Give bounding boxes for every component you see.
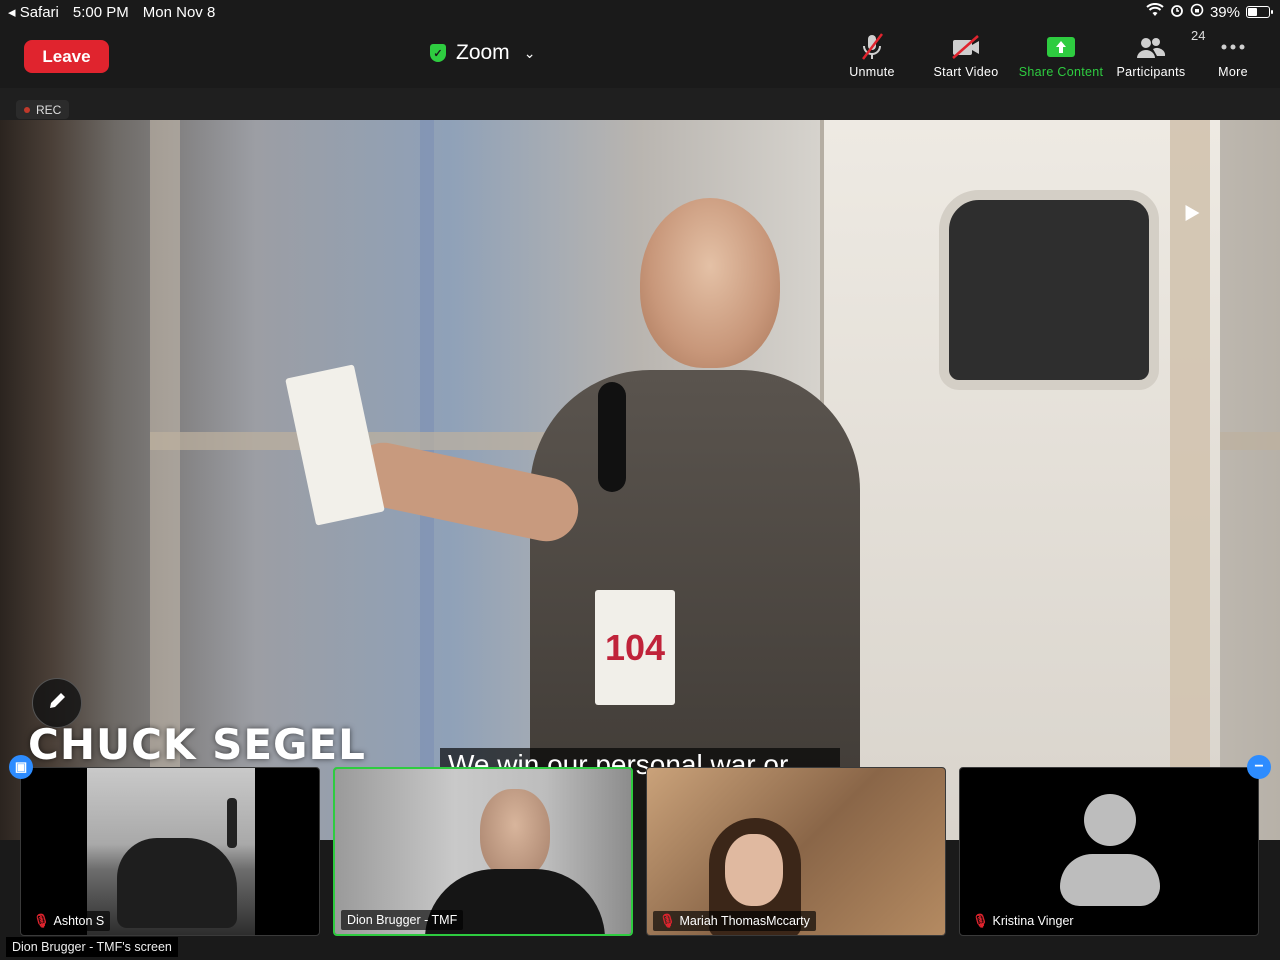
participant-video — [87, 768, 255, 935]
more-button[interactable]: More — [1212, 32, 1254, 79]
share-content-label: Share Content — [1018, 65, 1104, 79]
truck-window — [939, 190, 1159, 390]
muted-mic-icon: 🎙︎ — [972, 913, 989, 928]
handheld-microphone — [598, 382, 626, 492]
video-name-overlay: CHUCK SEGEL — [28, 720, 366, 769]
participant-name-tag: 🎙︎ Kristina Vinger — [966, 911, 1080, 931]
meeting-toolbar: Leave ✓ Zoom ⌄ Unmute Start Video Share … — [0, 24, 1280, 88]
back-to-app-link[interactable]: ◂ Safari — [8, 3, 59, 21]
participant-tile[interactable]: 🎙︎ Mariah ThomasMccarty — [646, 767, 946, 936]
shared-screen-owner-label: Dion Brugger - TMF's screen — [6, 937, 178, 957]
unmute-button[interactable]: Unmute — [846, 32, 898, 79]
status-date: Mon Nov 8 — [142, 3, 216, 21]
truck-background — [820, 120, 1220, 840]
participant-name: Ashton S — [53, 914, 105, 928]
muted-mic-icon: 🎙︎ — [33, 913, 50, 928]
recording-dot-icon — [24, 106, 30, 113]
speaker-paper — [285, 364, 385, 526]
muted-microphone-icon — [858, 32, 886, 62]
muted-mic-icon: 🎙︎ — [659, 913, 676, 928]
shared-screen: 104 CHUCK SEGEL We win our personal war … — [0, 120, 1280, 840]
recording-indicator[interactable]: REC — [16, 100, 70, 119]
participant-name-tag: 🎙︎ Mariah ThomasMccarty — [653, 911, 816, 931]
participant-name-tag: Dion Brugger - TMF — [341, 910, 464, 930]
switch-view-button[interactable]: ▣ — [9, 755, 33, 779]
status-time: 5:00 PM — [72, 3, 129, 21]
participant-name: Mariah ThomasMccarty — [679, 914, 810, 928]
background-pillar — [1170, 120, 1210, 840]
minus-icon: − — [1254, 758, 1264, 775]
participant-name: Dion Brugger - TMF — [347, 913, 458, 927]
default-avatar-icon — [1060, 794, 1160, 914]
chevron-down-icon: ⌄ — [523, 44, 536, 61]
meeting-title: Zoom — [456, 41, 510, 64]
participants-icon: 24 — [1135, 28, 1205, 62]
participant-name: Kristina Vinger — [992, 914, 1074, 928]
more-label: More — [1218, 65, 1248, 79]
video-off-icon — [950, 32, 982, 62]
participants-button[interactable]: 24 Participants — [1112, 28, 1206, 79]
pencil-icon — [46, 690, 68, 717]
battery-icon — [1246, 6, 1273, 18]
recording-bar: REC — [0, 88, 1280, 120]
participant-face — [725, 834, 783, 906]
participant-name-tag: 🎙︎ Ashton S — [27, 911, 111, 931]
unmute-label: Unmute — [849, 65, 895, 79]
wifi-icon — [1146, 3, 1164, 21]
recording-label: REC — [36, 102, 62, 117]
meeting-info-dropdown[interactable]: ✓ Zoom ⌄ — [430, 38, 535, 68]
share-content-button[interactable]: Share Content — [1016, 32, 1106, 79]
rock-shape — [117, 838, 237, 928]
standing-figure — [227, 798, 237, 848]
collapse-thumbnails-button[interactable]: − — [1247, 755, 1271, 779]
race-bib: 104 — [595, 590, 675, 705]
shield-check-icon: ✓ — [430, 44, 446, 62]
speaker-head — [640, 198, 780, 368]
participant-tile-active-speaker[interactable]: Dion Brugger - TMF — [333, 767, 633, 936]
participant-tile[interactable]: 🎙︎ Ashton S — [20, 767, 320, 936]
status-bar: ◂ Safari 5:00 PM Mon Nov 8 39% — [0, 0, 1280, 24]
participants-label: Participants — [1116, 65, 1186, 79]
rotation-lock-icon — [1190, 3, 1204, 21]
start-video-button[interactable]: Start Video — [930, 32, 1002, 79]
participant-tile[interactable]: 🎙︎ Kristina Vinger — [959, 767, 1259, 936]
alarm-icon — [1170, 3, 1184, 21]
participant-face — [480, 789, 550, 879]
person-square-icon: ▣ — [14, 759, 28, 774]
participants-count: 24 — [1191, 28, 1206, 43]
start-video-label: Start Video — [933, 65, 999, 79]
back-app-label: Safari — [19, 4, 59, 21]
leave-button[interactable]: Leave — [24, 40, 109, 73]
more-dots-icon — [1219, 32, 1247, 62]
share-screen-icon — [1046, 32, 1076, 62]
battery-percent: 39% — [1209, 3, 1240, 21]
